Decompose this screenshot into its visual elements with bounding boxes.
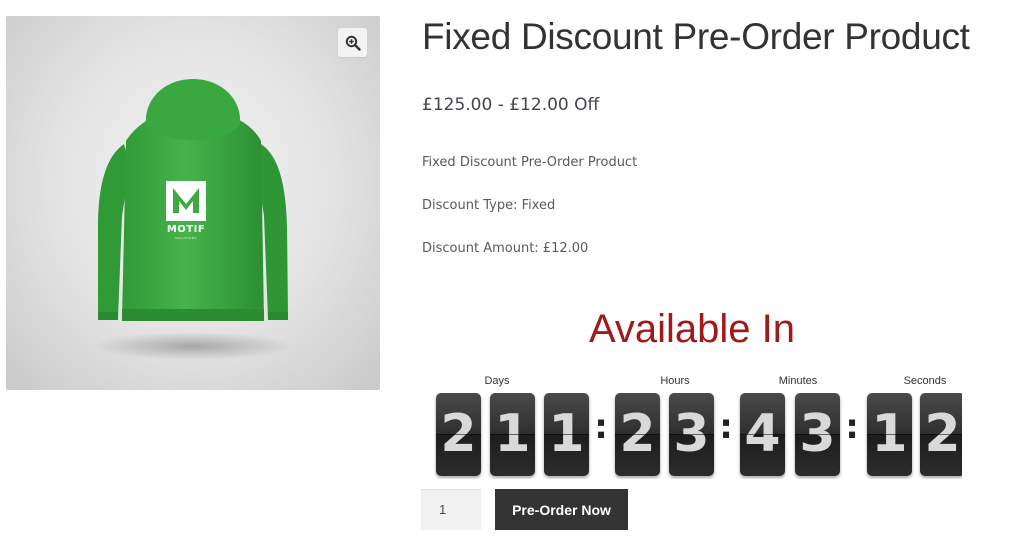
- countdown-separator: :: [719, 407, 733, 447]
- countdown-digit-minutes: 4: [740, 393, 785, 476]
- hoodie-image: [93, 79, 293, 360]
- countdown-digit-hours: 2: [615, 393, 660, 476]
- logo-text: MOTIF: [166, 224, 206, 235]
- countdown-digit-hours: 3: [669, 393, 714, 476]
- logo-subtext: SOLUTIONS: [175, 236, 197, 240]
- countdown-digit-days: 2: [436, 393, 481, 476]
- countdown-digit-seconds: 2: [920, 393, 962, 476]
- countdown-label-hours: Hours: [660, 375, 690, 387]
- countdown-digit-days: 1: [490, 393, 535, 476]
- countdown-digit-minutes: 3: [795, 393, 840, 476]
- product-image[interactable]: MOTIF SOLUTIONS: [6, 16, 380, 390]
- countdown-label-days: Days: [484, 375, 510, 387]
- discount-amount: Discount Amount: £12.00: [422, 241, 589, 256]
- countdown-label-seconds: Seconds: [903, 375, 947, 387]
- countdown-digit-days: 1: [544, 393, 589, 476]
- magnifier-plus-icon: [345, 35, 361, 51]
- countdown-separator: :: [594, 407, 608, 447]
- description-line: Fixed Discount Pre-Order Product: [422, 155, 638, 170]
- pre-order-button[interactable]: Pre-Order Now: [495, 489, 628, 530]
- countdown-timer: 2 1 1 : 2 3 : 4 3 : 1 2: [434, 393, 962, 479]
- countdown-heading: Available In: [588, 307, 796, 351]
- product-price: £125.00 - £12.00 Off: [422, 95, 600, 115]
- quantity-input[interactable]: [421, 489, 481, 530]
- product-page: MOTIF SOLUTIONS Fixed Discount Pre-Order…: [0, 0, 1024, 560]
- countdown-digit-seconds: 1: [867, 393, 912, 476]
- countdown-label-minutes: Minutes: [778, 375, 818, 387]
- countdown-separator: :: [845, 407, 859, 447]
- zoom-button[interactable]: [338, 28, 367, 57]
- product-title: Fixed Discount Pre-Order Product: [422, 16, 970, 57]
- discount-type: Discount Type: Fixed: [422, 198, 556, 213]
